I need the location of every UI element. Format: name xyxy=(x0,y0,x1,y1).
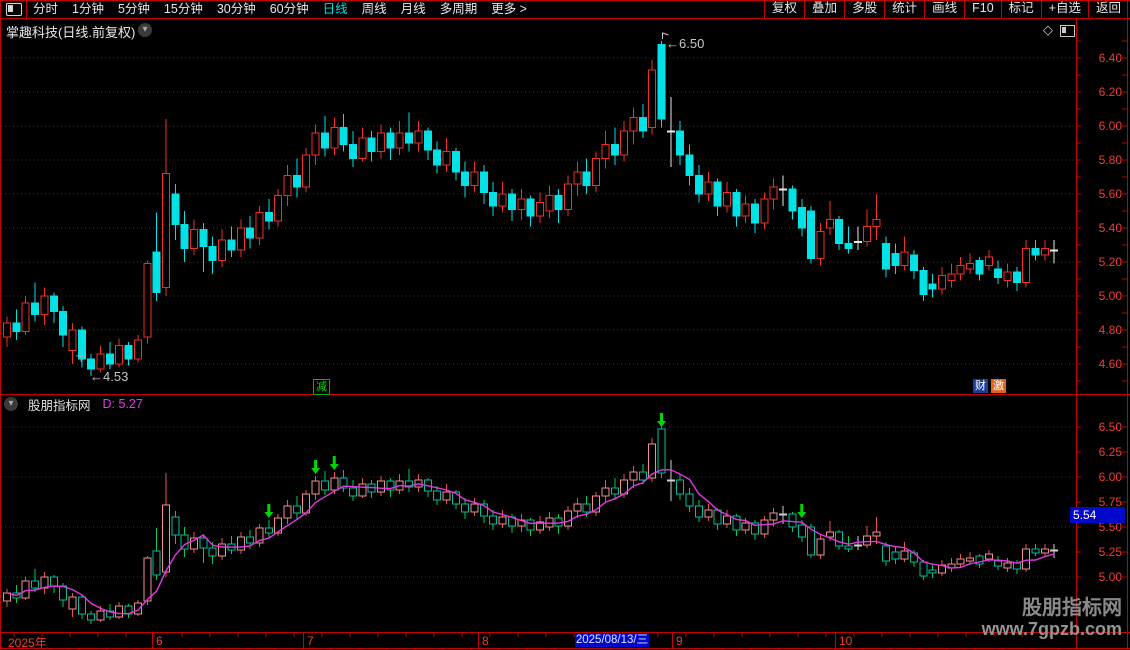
period-tab-3[interactable]: 15分钟 xyxy=(164,0,203,18)
window-layout-button[interactable] xyxy=(0,0,26,18)
indicator-axis-label: 5.00 xyxy=(1098,570,1122,584)
main-axis-label: 5.80 xyxy=(1098,153,1122,167)
month-separator xyxy=(478,632,479,648)
chevron-down-icon[interactable]: ▾ xyxy=(138,23,152,37)
main-axis-label: 6.00 xyxy=(1098,119,1122,133)
indicator-header: ▾ 股朋指标网 D: 5.27 xyxy=(0,396,143,413)
tool-button-3[interactable]: 统计 xyxy=(884,0,924,18)
chevron-down-icon[interactable]: ▾ xyxy=(4,397,18,411)
time-label-year: 2025年 xyxy=(8,636,47,650)
month-separator xyxy=(672,632,673,648)
watermark-site-name: 股朋指标网 xyxy=(1022,597,1122,619)
indicator-d-value: D: 5.27 xyxy=(102,397,143,411)
month-separator xyxy=(152,632,153,648)
indicator-axis-label: 5.25 xyxy=(1098,545,1122,559)
period-tab-0[interactable]: 分时 xyxy=(33,0,58,18)
tool-button-1[interactable]: 叠加 xyxy=(804,0,844,18)
main-axis-label: 4.80 xyxy=(1098,323,1122,337)
period-tab-10[interactable]: 更多 > xyxy=(491,0,527,18)
main-axis-label: 5.00 xyxy=(1098,289,1122,303)
indicator-name: 股朋指标网 xyxy=(28,398,91,413)
month-separator xyxy=(303,632,304,648)
main-axis-label: 6.40 xyxy=(1098,51,1122,65)
period-tab-8[interactable]: 月线 xyxy=(401,0,426,18)
tool-button-2[interactable]: 多股 xyxy=(844,0,884,18)
symbol-title: 掌趣科技(日线.前复权) xyxy=(6,25,136,40)
tool-button-8[interactable]: 返回 xyxy=(1087,0,1128,18)
high-price-note: ←6.50 xyxy=(666,36,705,51)
event-badge-财[interactable]: 财 xyxy=(973,379,988,393)
period-tab-2[interactable]: 5分钟 xyxy=(118,0,150,18)
indicator-axis-label: 6.00 xyxy=(1098,470,1122,484)
period-menubar: 分时 1分钟 5分钟 15分钟 30分钟 60分钟 日线 周线 月线 多周期 更多 > 复权 叠加 多股… xyxy=(0,0,1130,18)
watermark: 股朋指标网 www.7gpzb.com xyxy=(982,597,1122,639)
price-tag: 5.54 xyxy=(1070,507,1125,523)
tool-button-0[interactable]: 复权 xyxy=(764,0,804,18)
diamond-icon[interactable]: ◇ xyxy=(1043,22,1053,38)
price-chart-canvas[interactable] xyxy=(0,0,1130,650)
axis-border-left xyxy=(1076,18,1077,648)
main-axis-label: 5.20 xyxy=(1098,255,1122,269)
tool-button-5[interactable]: F10 xyxy=(964,0,1001,18)
event-badge-激[interactable]: 激 xyxy=(991,379,1006,393)
event-badge-减[interactable]: 减 xyxy=(313,379,330,395)
watermark-url: www.7gpzb.com xyxy=(981,619,1122,639)
period-tab-9[interactable]: 多周期 xyxy=(440,0,478,18)
main-axis-label: 6.20 xyxy=(1098,85,1122,99)
time-axis-bottom-line xyxy=(0,648,1130,649)
window-border-right xyxy=(1127,0,1128,650)
period-tab-4[interactable]: 30分钟 xyxy=(217,0,256,18)
indicator-axis-label: 6.25 xyxy=(1098,445,1122,459)
time-label-month: 6 xyxy=(156,634,163,648)
main-axis-label: 5.40 xyxy=(1098,221,1122,235)
period-tab-5[interactable]: 60分钟 xyxy=(270,0,309,18)
main-axis-label: 4.60 xyxy=(1098,357,1122,371)
low-price-note: ←4.53 xyxy=(90,369,129,384)
time-label-month: 8 xyxy=(482,634,489,648)
trading-app-window: 分时 1分钟 5分钟 15分钟 30分钟 60分钟 日线 周线 月线 多周期 更多 > 复权 叠加 多股… xyxy=(0,0,1130,650)
month-separator xyxy=(835,632,836,648)
window-border-left xyxy=(0,0,1,650)
period-tab-1[interactable]: 1分钟 xyxy=(72,0,104,18)
split-window-icon xyxy=(6,3,22,16)
period-tabs: 分时 1分钟 5分钟 15分钟 30分钟 60分钟 日线 周线 月线 多周期 更多 > xyxy=(33,0,527,18)
time-label-month: 7 xyxy=(307,634,314,648)
panel-divider xyxy=(0,394,1130,395)
period-tab-7[interactable]: 周线 xyxy=(362,0,387,18)
tool-menu: 复权 叠加 多股 统计 画线 F10 标记 +自选 返回 xyxy=(764,0,1128,18)
time-label-month: 9 xyxy=(676,634,683,648)
period-tab-6[interactable]: 日线 xyxy=(323,0,348,18)
time-axis-top-line xyxy=(0,632,1130,633)
tool-button-6[interactable]: 标记 xyxy=(1000,0,1041,18)
window-icon[interactable] xyxy=(1060,25,1075,37)
tool-button-7[interactable]: +自选 xyxy=(1040,0,1088,18)
main-axis-label: 5.60 xyxy=(1098,187,1122,201)
date-tag: 2025/08/13/三 xyxy=(575,633,649,647)
titlebar: 掌趣科技(日线.前复权) ▾ xyxy=(0,18,1076,40)
time-label-month: 10 xyxy=(839,634,853,648)
tool-button-4[interactable]: 画线 xyxy=(924,0,964,18)
indicator-axis-label: 6.50 xyxy=(1098,420,1122,434)
